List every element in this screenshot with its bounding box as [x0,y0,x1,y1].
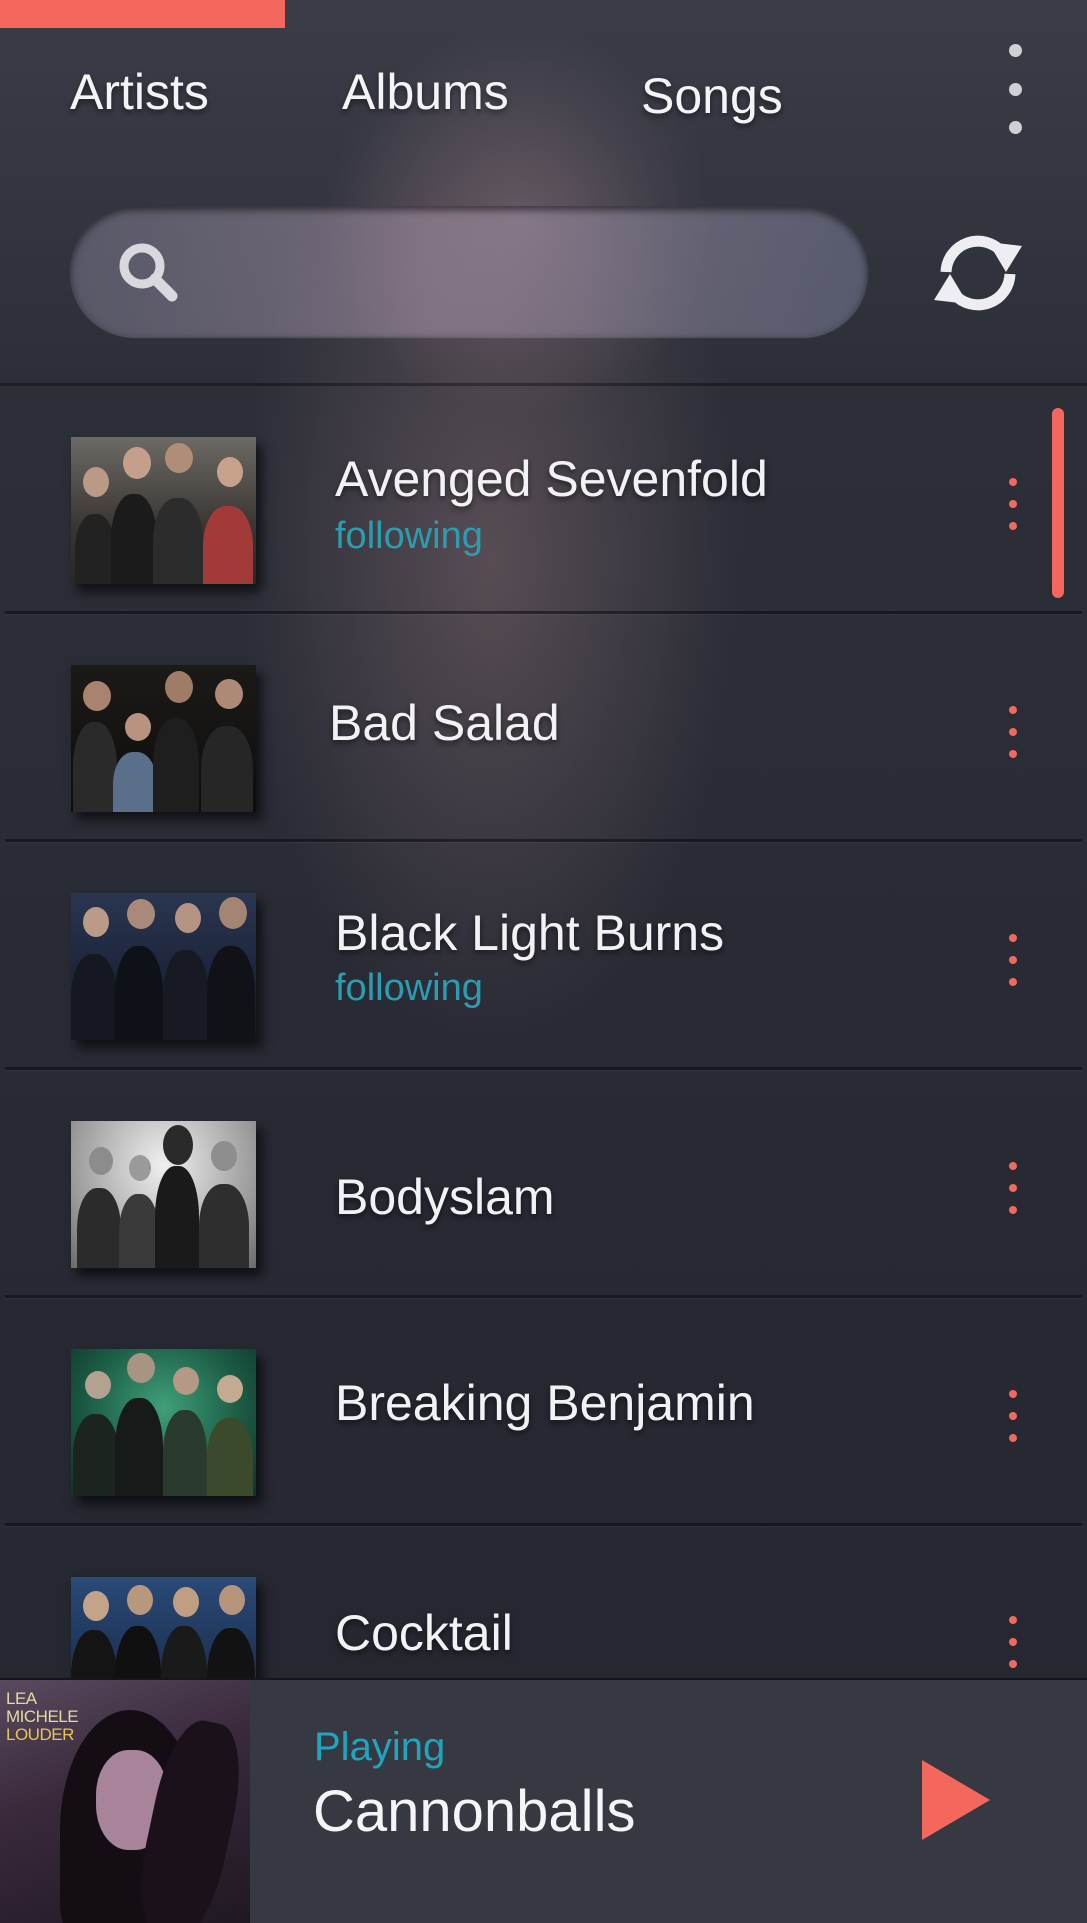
track-title: Cannonballs [313,1779,636,1844]
search-input[interactable] [70,206,868,336]
artist-name: Bodyslam [335,1169,555,1225]
list-item[interactable]: Breaking Benjamin [5,1298,1082,1526]
artist-photo [71,665,256,812]
list-scrollbar[interactable] [1052,408,1064,598]
list-item[interactable]: Black Light Burns following [5,842,1082,1070]
more-vertical-icon[interactable] [1001,478,1025,530]
artist-photo [71,1121,256,1268]
play-icon[interactable] [920,1758,992,1842]
artist-name: Avenged Sevenfold [335,451,768,507]
artist-name: Breaking Benjamin [335,1375,755,1431]
list-item[interactable]: Cocktail [5,1526,1082,1678]
artist-list[interactable]: Avenged Sevenfold following Bad Salad Bl… [0,386,1087,1678]
active-tab-indicator [0,0,285,28]
list-item[interactable]: Bad Salad [5,614,1082,842]
artist-name: Bad Salad [329,695,560,751]
artist-name: Black Light Burns [335,905,725,961]
following-label: following [335,967,483,1009]
more-vertical-icon[interactable] [1001,1616,1025,1668]
album-art: LEA MICHELE LOUDER [0,1680,250,1923]
list-item[interactable]: Avenged Sevenfold following [5,386,1082,614]
more-vertical-icon[interactable] [1001,1390,1025,1442]
more-vertical-icon[interactable] [1001,934,1025,986]
list-item[interactable]: Bodyslam [5,1070,1082,1298]
more-vertical-icon[interactable] [1001,706,1025,758]
search-icon [119,243,178,302]
tab-songs[interactable]: Songs [641,66,783,126]
music-app: Artists Albums Songs Avenged Sevenfold f… [0,0,1087,1923]
sync-icon[interactable] [928,228,1028,318]
playing-status: Playing [314,1725,446,1769]
artist-photo [71,437,256,584]
artist-name: Cocktail [335,1605,513,1661]
header: Artists Albums Songs [0,0,1087,386]
more-vertical-icon[interactable] [1000,44,1030,134]
tab-artists[interactable]: Artists [70,62,209,122]
following-label: following [335,515,483,557]
artist-photo [71,893,256,1040]
artist-photo [71,1577,256,1678]
album-art-text: LEA MICHELE LOUDER [6,1689,79,1744]
artist-photo [71,1349,256,1496]
more-vertical-icon[interactable] [1001,1162,1025,1214]
tab-albums[interactable]: Albums [342,62,509,122]
